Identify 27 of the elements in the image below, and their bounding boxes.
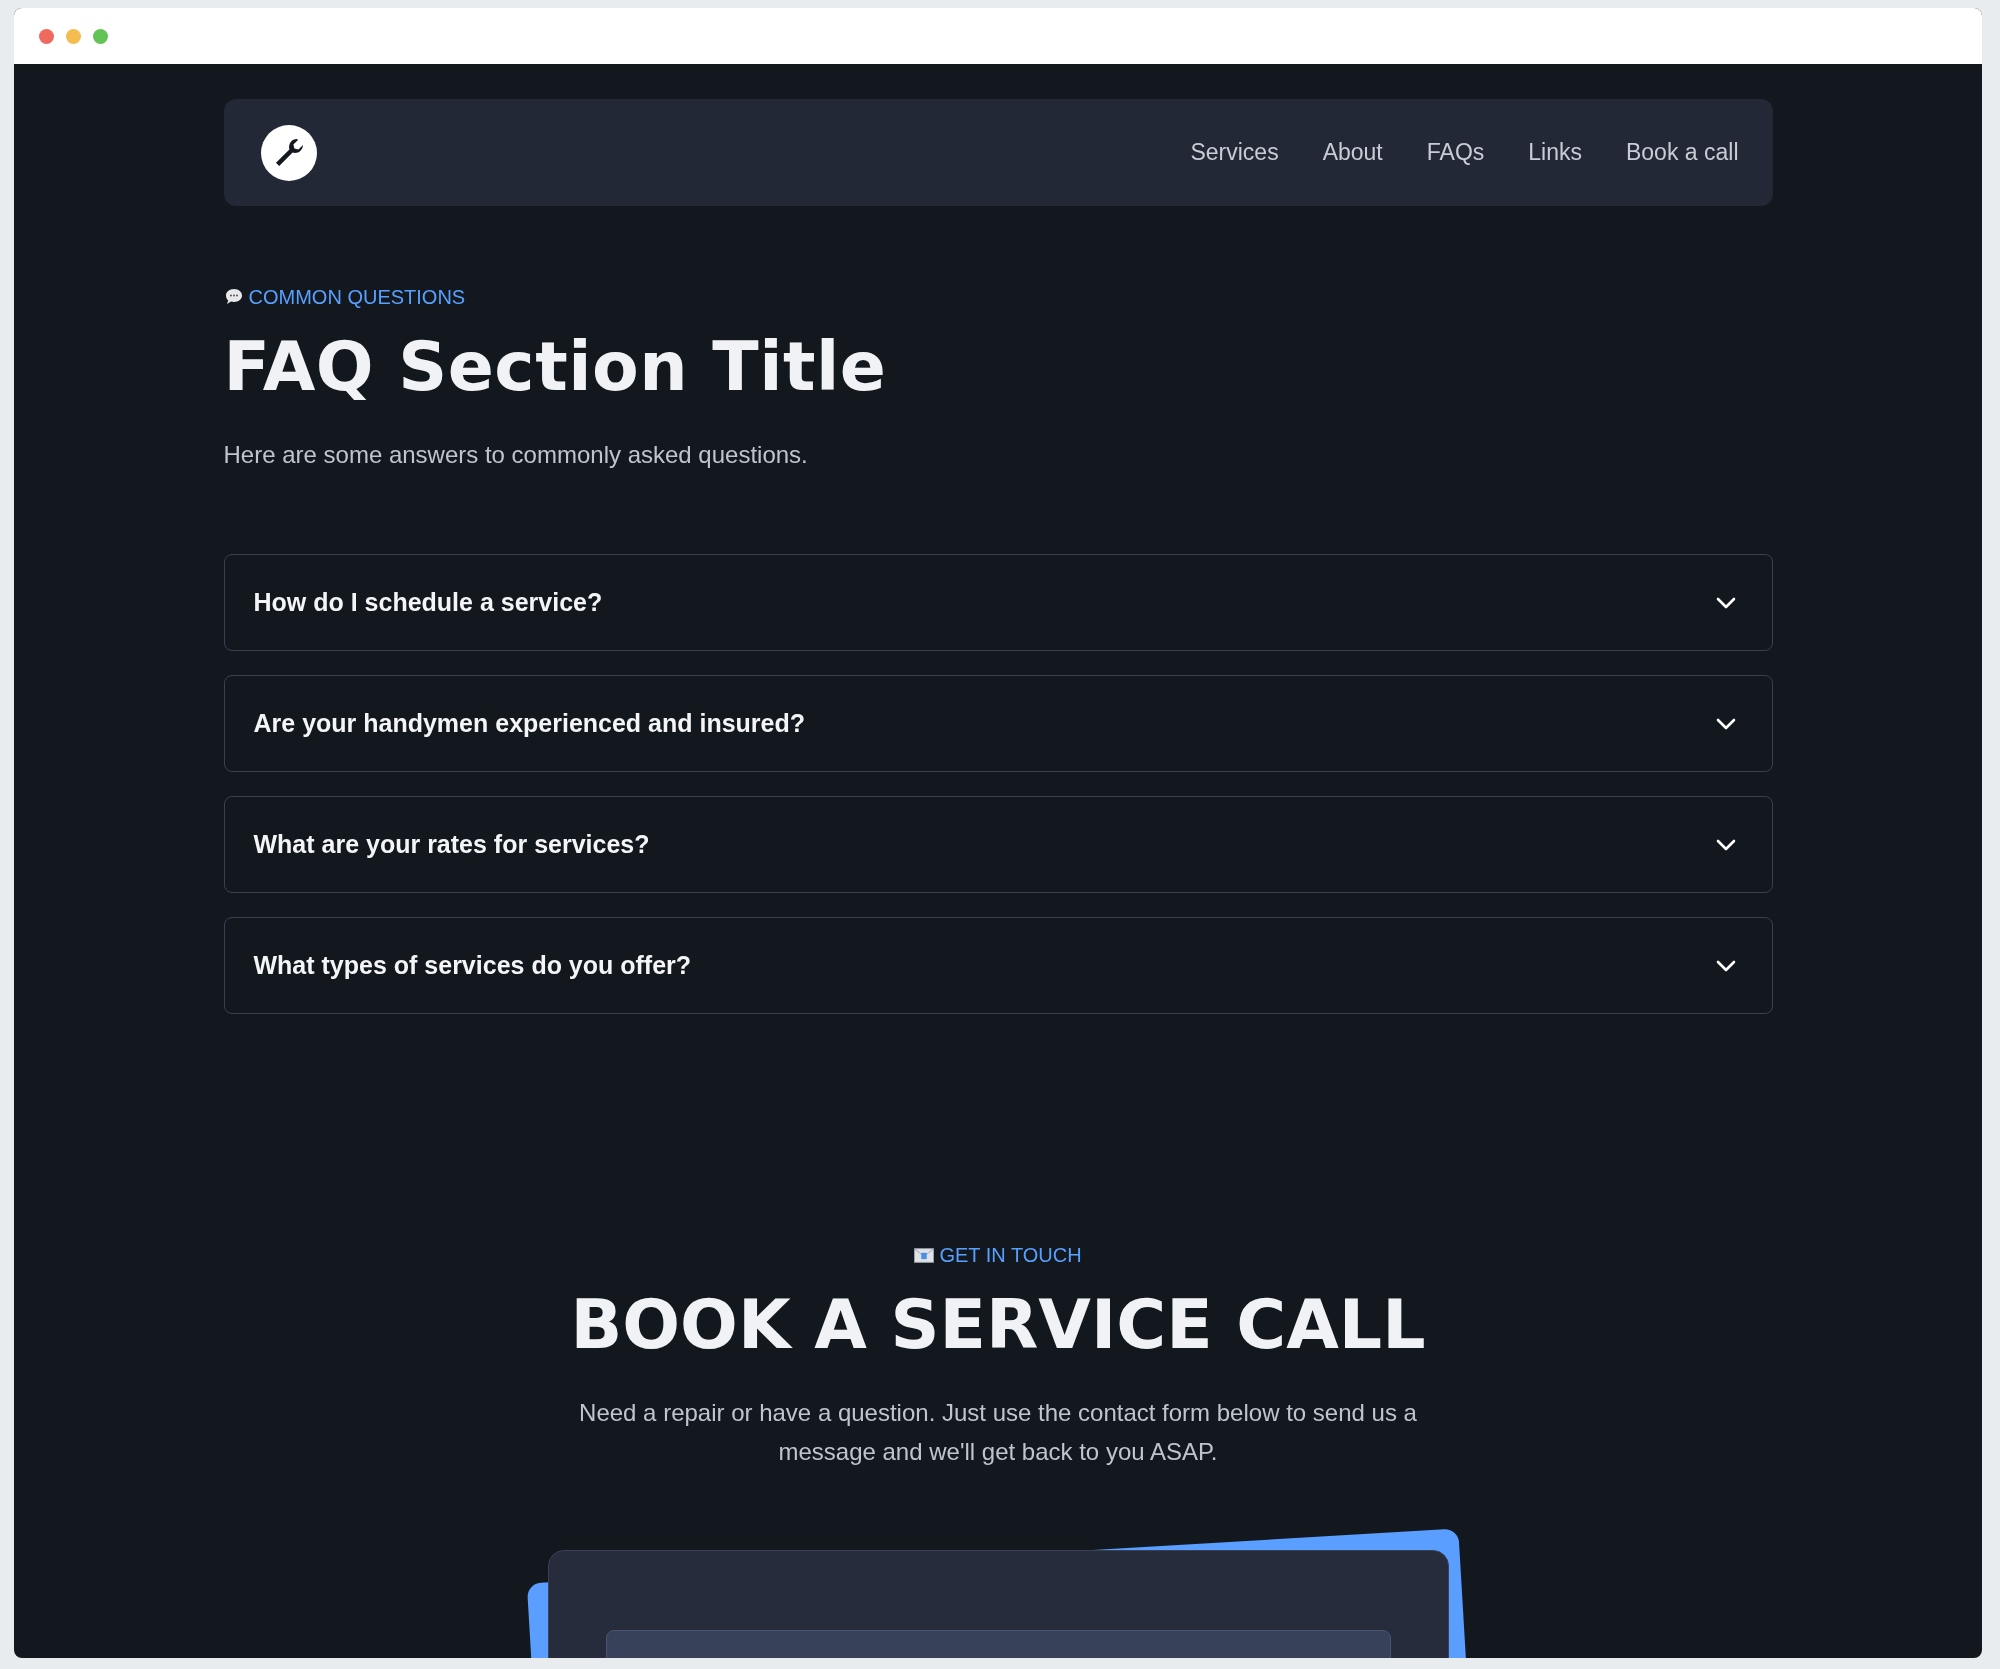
nav-link[interactable]: About — [1322, 139, 1383, 166]
nav-link[interactable]: FAQs — [1426, 139, 1485, 166]
section-eyebrow: COMMON QUESTIONS — [248, 285, 466, 309]
section-description: Need a repair or have a question. Just use the contact form below to send us a message and we'll get back to you ASAP. — [578, 1398, 1418, 1467]
section-title: BOOK A SERVICE CALL — [569, 1284, 1427, 1366]
section-subtitle: Here are some answers to commonly asked questions. — [223, 440, 809, 470]
chevron-icon[interactable] — [1715, 596, 1736, 609]
chevron-icon[interactable] — [1715, 959, 1736, 972]
wrench-logo-icon[interactable] — [260, 124, 317, 181]
faq-item[interactable]: How do I schedule a service? — [223, 554, 1773, 651]
faq-item[interactable]: What types of services do you offer? — [223, 917, 1773, 1014]
section-title: FAQ Section Title — [223, 326, 888, 408]
close-window-icon[interactable] — [39, 28, 54, 44]
chevron-icon[interactable] — [1715, 838, 1736, 851]
faq-question: What are your rates for services? — [253, 830, 650, 859]
nav-link[interactable]: Links — [1528, 139, 1582, 166]
nav-link[interactable]: Book a call — [1626, 139, 1739, 166]
faq-item[interactable]: Are your handymen experienced and insured? — [223, 675, 1773, 772]
section-eyebrow: GET IN TOUCH — [939, 1243, 1082, 1267]
faq-question: What types of services do you offer? — [253, 951, 692, 980]
faq-question: How do I schedule a service? — [253, 588, 603, 617]
chevron-icon[interactable] — [1715, 717, 1736, 730]
envelope-icon — [914, 1247, 935, 1263]
faq-item[interactable]: What are your rates for services? — [223, 796, 1773, 893]
faq-question: Are your handymen experienced and insured? — [253, 709, 806, 738]
nav-link[interactable]: Services — [1190, 139, 1279, 166]
speech-bubble-icon — [223, 287, 244, 307]
